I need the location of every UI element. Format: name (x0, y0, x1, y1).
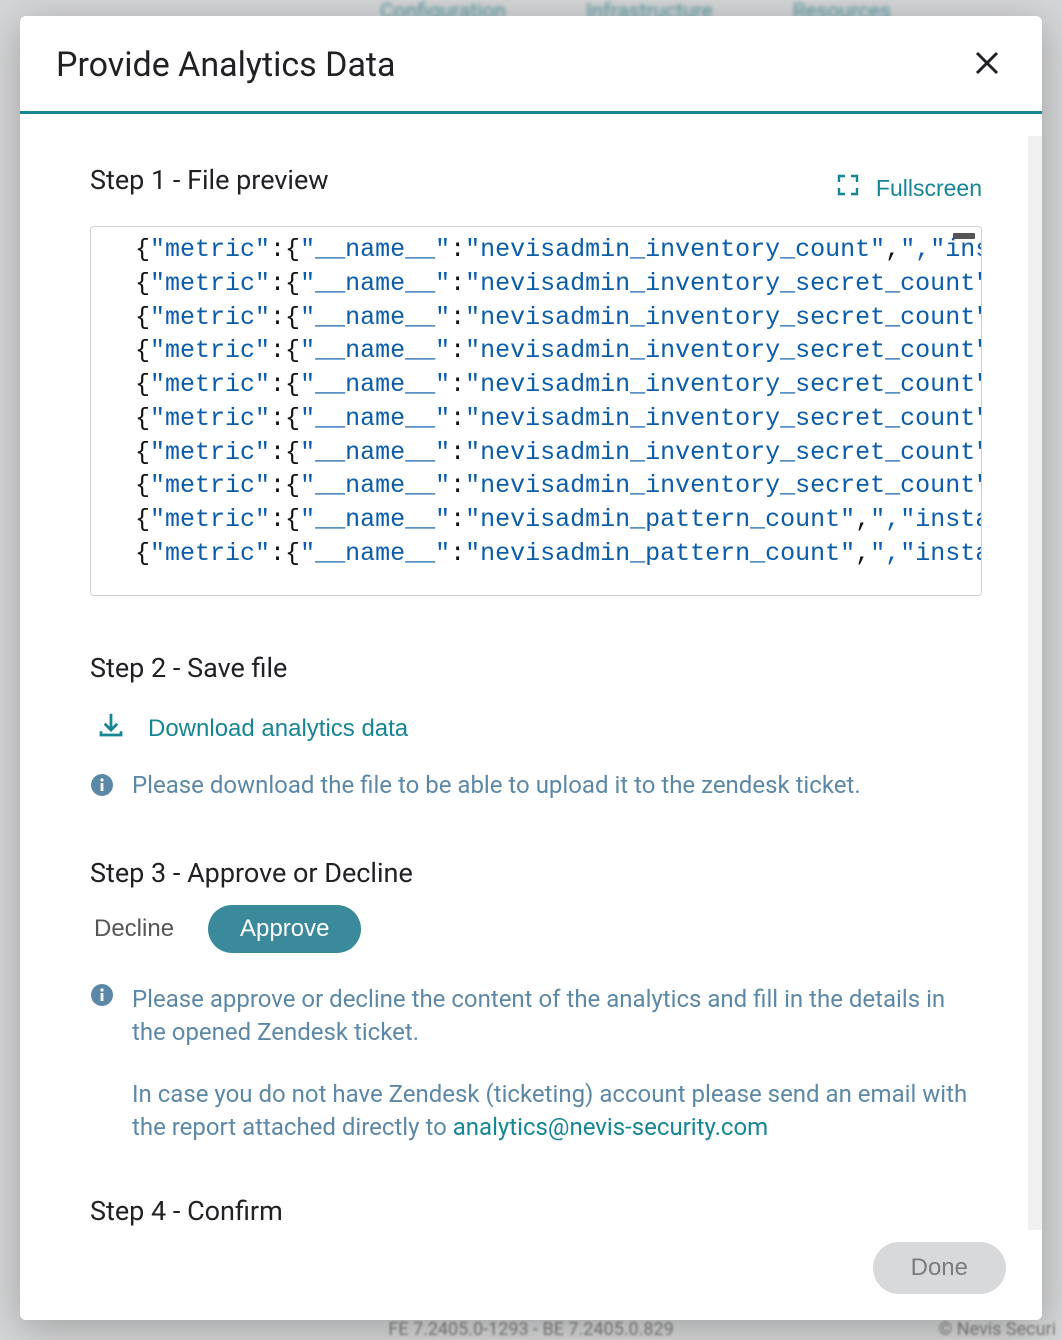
scrollbar-track[interactable] (1028, 136, 1042, 1230)
step3-info-p1: Please approve or decline the content of… (132, 983, 982, 1050)
close-icon (972, 66, 1002, 81)
code-line: {"metric":{"__name__":"nevisadmin_patter… (135, 537, 981, 571)
modal-footer: Done (20, 1228, 1042, 1320)
analytics-email-link[interactable]: analytics@nevis-security.com (453, 1113, 769, 1141)
fullscreen-icon (836, 173, 860, 203)
code-line: {"metric":{"__name__":"nevisadmin_invent… (135, 301, 981, 335)
approve-button[interactable]: Approve (208, 905, 361, 953)
done-button[interactable]: Done (873, 1242, 1006, 1294)
info-icon (90, 983, 114, 1017)
code-line: {"metric":{"__name__":"nevisadmin_invent… (135, 436, 981, 470)
modal-title: Provide Analytics Data (56, 45, 396, 85)
close-button[interactable] (968, 44, 1006, 85)
download-icon (96, 710, 126, 747)
file-preview-pane[interactable]: {"metric":{"__name__":"nevisadmin_invent… (90, 226, 982, 596)
info-icon (90, 773, 114, 807)
fullscreen-label: Fullscreen (876, 175, 982, 202)
provide-analytics-modal: Provide Analytics Data Step 1 - File pre… (20, 16, 1042, 1320)
fullscreen-button[interactable]: Fullscreen (836, 173, 982, 203)
code-line: {"metric":{"__name__":"nevisadmin_invent… (135, 469, 981, 503)
modal-body[interactable]: Step 1 - File preview Fullscreen {"metri… (20, 114, 1042, 1228)
code-line: {"metric":{"__name__":"nevisadmin_invent… (135, 368, 981, 402)
download-analytics-button[interactable]: Download analytics data (96, 710, 408, 747)
step3-info: Please approve or decline the content of… (90, 983, 982, 1145)
modal-header: Provide Analytics Data (20, 16, 1042, 114)
code-line: {"metric":{"__name__":"nevisadmin_invent… (135, 402, 981, 436)
step1-title: Step 1 - File preview (90, 164, 329, 196)
approve-decline-toggle: Decline Approve (90, 905, 982, 953)
step2-info-text: Please download the file to be able to u… (132, 769, 861, 803)
code-line: {"metric":{"__name__":"nevisadmin_invent… (135, 233, 981, 267)
code-line: {"metric":{"__name__":"nevisadmin_invent… (135, 267, 981, 301)
code-line: {"metric":{"__name__":"nevisadmin_invent… (135, 334, 981, 368)
step2-info: Please download the file to be able to u… (90, 769, 982, 807)
step4-title: Step 4 - Confirm (90, 1195, 982, 1227)
step2-title: Step 2 - Save file (90, 652, 982, 684)
download-label: Download analytics data (148, 715, 408, 743)
decline-button[interactable]: Decline (90, 907, 178, 951)
step3-title: Step 3 - Approve or Decline (90, 857, 982, 889)
code-line: {"metric":{"__name__":"nevisadmin_patter… (135, 503, 981, 537)
